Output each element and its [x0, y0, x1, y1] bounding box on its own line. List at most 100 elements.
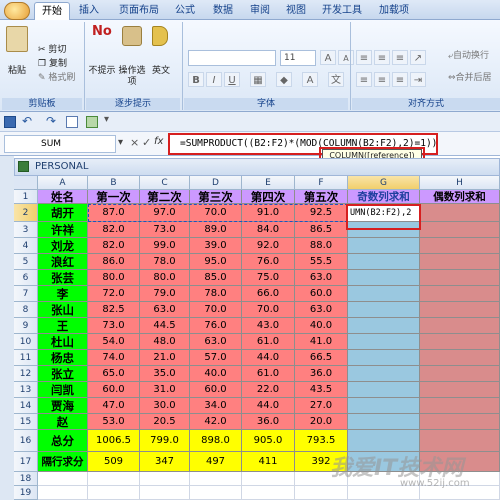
score-cell[interactable]: 36.0: [242, 414, 295, 430]
row-header[interactable]: 1: [14, 190, 38, 204]
name-cell[interactable]: 赵: [38, 414, 88, 430]
score-cell[interactable]: 61.0: [242, 366, 295, 382]
name-cell[interactable]: 张芸: [38, 270, 88, 286]
column-header-d[interactable]: D: [190, 176, 242, 190]
save-icon[interactable]: [4, 116, 16, 128]
even-sum-cell[interactable]: [420, 398, 500, 414]
row-header[interactable]: 5: [14, 254, 38, 270]
score-cell[interactable]: 40.0: [295, 318, 348, 334]
shrink-font-icon[interactable]: A: [338, 50, 354, 65]
score-cell[interactable]: 66.0: [242, 286, 295, 302]
score-cell[interactable]: 78.0: [190, 286, 242, 302]
total-cell[interactable]: 793.5: [295, 430, 348, 452]
score-cell[interactable]: 73.0: [88, 318, 140, 334]
undo-icon[interactable]: ↶: [22, 114, 32, 128]
score-cell[interactable]: 55.5: [295, 254, 348, 270]
odd-sum-cell[interactable]: [348, 270, 420, 286]
score-cell[interactable]: 74.0: [88, 350, 140, 366]
score-cell[interactable]: 82.0: [88, 222, 140, 238]
column-header-c[interactable]: C: [140, 176, 190, 190]
column-header-g[interactable]: G: [348, 176, 420, 190]
score-cell[interactable]: 75.0: [242, 270, 295, 286]
row-header[interactable]: 19: [14, 486, 38, 500]
odd-sum-cell[interactable]: [348, 302, 420, 318]
score-cell[interactable]: 72.0: [88, 286, 140, 302]
score-cell[interactable]: 39.0: [190, 238, 242, 254]
name-cell[interactable]: 贾海: [38, 398, 88, 414]
no-show-label[interactable]: 不提示: [88, 66, 116, 77]
score-cell[interactable]: 22.0: [242, 382, 295, 398]
score-cell[interactable]: 95.0: [190, 254, 242, 270]
tab-add-ins[interactable]: 加载项: [372, 2, 416, 20]
name-box-dropdown-icon[interactable]: ▾: [118, 137, 123, 148]
row-header[interactable]: 13: [14, 382, 38, 398]
even-sum-cell[interactable]: [420, 222, 500, 238]
office-button[interactable]: [4, 2, 30, 20]
tab-home[interactable]: 开始: [34, 2, 70, 21]
row-header[interactable]: 12: [14, 366, 38, 382]
underline-button[interactable]: U: [224, 72, 240, 87]
paste-button-label[interactable]: 粘贴: [2, 66, 32, 77]
print-preview-icon[interactable]: [66, 116, 78, 128]
empty-cell[interactable]: [88, 486, 140, 500]
even-sum-cell[interactable]: [420, 204, 500, 222]
score-cell[interactable]: 63.0: [295, 302, 348, 318]
spreadsheet-icon[interactable]: [86, 116, 98, 128]
format-painter-button[interactable]: ✎ 格式刷: [38, 72, 75, 84]
tab-formulas[interactable]: 公式: [170, 2, 200, 20]
name-cell[interactable]: 浪红: [38, 254, 88, 270]
empty-cell[interactable]: [242, 472, 295, 486]
score-cell[interactable]: 60.0: [295, 286, 348, 302]
score-cell[interactable]: 65.0: [88, 366, 140, 382]
confirm-entry-icon[interactable]: ✓: [142, 136, 151, 149]
score-cell[interactable]: 44.0: [242, 350, 295, 366]
cancel-entry-icon[interactable]: ×: [130, 136, 139, 149]
name-cell[interactable]: 闫凯: [38, 382, 88, 398]
score-cell[interactable]: 61.0: [242, 334, 295, 350]
row-header[interactable]: 11: [14, 350, 38, 366]
font-size-combo[interactable]: 11: [280, 50, 316, 66]
english-label[interactable]: 英文: [148, 66, 174, 77]
odd-sum-cell[interactable]: [348, 286, 420, 302]
name-cell[interactable]: 刘龙: [38, 238, 88, 254]
score-cell[interactable]: 80.0: [140, 270, 190, 286]
even-sum-cell[interactable]: [420, 366, 500, 382]
score-cell[interactable]: 63.0: [190, 334, 242, 350]
align-right-icon[interactable]: ≡: [392, 72, 408, 87]
rank-cell[interactable]: 347: [140, 452, 190, 472]
header-cell[interactable]: 第二次: [140, 190, 190, 204]
empty-cell[interactable]: [88, 472, 140, 486]
odd-sum-cell[interactable]: [348, 254, 420, 270]
no-icon[interactable]: No: [92, 24, 114, 44]
border-icon[interactable]: ▦: [250, 72, 266, 87]
even-sum-cell[interactable]: [420, 382, 500, 398]
header-cell[interactable]: 第一次: [88, 190, 140, 204]
name-cell[interactable]: 张山: [38, 302, 88, 318]
fill-color-icon[interactable]: ◆: [276, 72, 292, 87]
empty-cell[interactable]: [190, 472, 242, 486]
header-cell[interactable]: 第三次: [190, 190, 242, 204]
even-sum-cell[interactable]: [420, 270, 500, 286]
customize-qat-icon[interactable]: ▾: [104, 114, 109, 125]
score-cell[interactable]: 63.0: [140, 302, 190, 318]
score-cell[interactable]: 76.0: [242, 254, 295, 270]
score-cell[interactable]: 82.0: [88, 238, 140, 254]
score-cell[interactable]: 80.0: [88, 270, 140, 286]
score-cell[interactable]: 20.5: [140, 414, 190, 430]
row-header[interactable]: 7: [14, 286, 38, 302]
odd-sum-cell[interactable]: [348, 350, 420, 366]
indent-icon[interactable]: ⇥: [410, 72, 426, 87]
total-label-cell[interactable]: 总分: [38, 430, 88, 452]
even-sum-cell[interactable]: [420, 254, 500, 270]
orientation-icon[interactable]: ↗: [410, 50, 426, 65]
font-color-icon[interactable]: A: [302, 72, 318, 87]
total-cell[interactable]: 898.0: [190, 430, 242, 452]
score-cell[interactable]: 85.0: [190, 270, 242, 286]
score-cell[interactable]: 73.0: [140, 222, 190, 238]
rank-label-cell[interactable]: 隔行求分: [38, 452, 88, 472]
score-cell[interactable]: 63.0: [295, 270, 348, 286]
tab-page-layout[interactable]: 页面布局: [110, 2, 168, 20]
score-cell[interactable]: 34.0: [190, 398, 242, 414]
header-cell[interactable]: 第四次: [242, 190, 295, 204]
tab-review[interactable]: 审阅: [244, 2, 276, 20]
